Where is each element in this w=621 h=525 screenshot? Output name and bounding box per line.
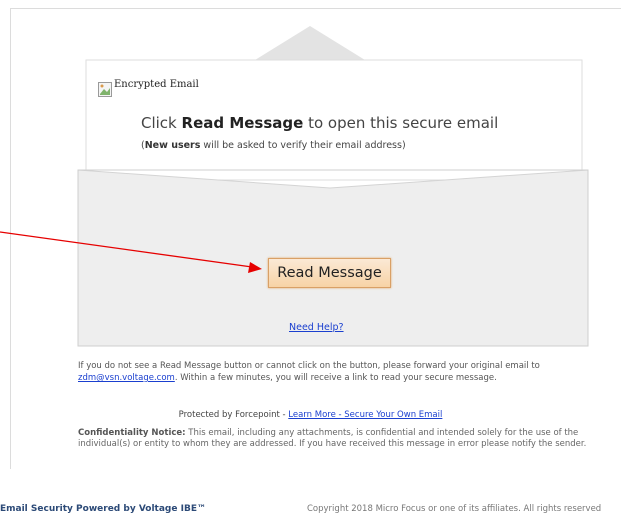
- confidentiality-notice: Confidentiality Notice: This email, incl…: [78, 428, 598, 450]
- learn-more-link[interactable]: Learn More - Secure Your Own Email: [288, 410, 442, 420]
- confidentiality-label: Confidentiality Notice:: [78, 428, 186, 438]
- info-after: . Within a few minutes, you will receive…: [174, 373, 497, 383]
- footer-copyright: Copyright 2018 Micro Focus or one of its…: [307, 504, 602, 514]
- read-message-button[interactable]: Read Message: [268, 258, 391, 288]
- fallback-instructions: If you do not see a Read Message button …: [78, 360, 598, 384]
- envelope-graphic: [77, 26, 589, 347]
- headline-suffix: to open this secure email: [303, 114, 499, 132]
- broken-image-icon: [98, 82, 112, 97]
- protected-by: Protected by Forcepoint - Learn More - S…: [0, 410, 621, 420]
- headline: Click Read Message to open this secure e…: [141, 114, 498, 132]
- forward-email-link[interactable]: zdm@vsn.voltage.com: [78, 373, 175, 383]
- sub-bold: New users: [144, 140, 201, 151]
- protected-prefix: Protected by Forcepoint -: [178, 410, 289, 420]
- new-users-note: (New users will be asked to verify their…: [141, 140, 406, 151]
- footer-powered-by: Email Security Powered by Voltage IBE™: [0, 504, 206, 514]
- logo-alt-text: Encrypted Email: [114, 79, 199, 90]
- headline-prefix: Click: [141, 114, 182, 132]
- info-before: If you do not see a Read Message button …: [78, 361, 540, 371]
- headline-bold: Read Message: [181, 114, 304, 132]
- sub-rest: will be asked to verify their email addr…: [200, 140, 406, 151]
- need-help-link[interactable]: Need Help?: [289, 322, 344, 333]
- logo-broken-image: Encrypted Email: [98, 79, 199, 97]
